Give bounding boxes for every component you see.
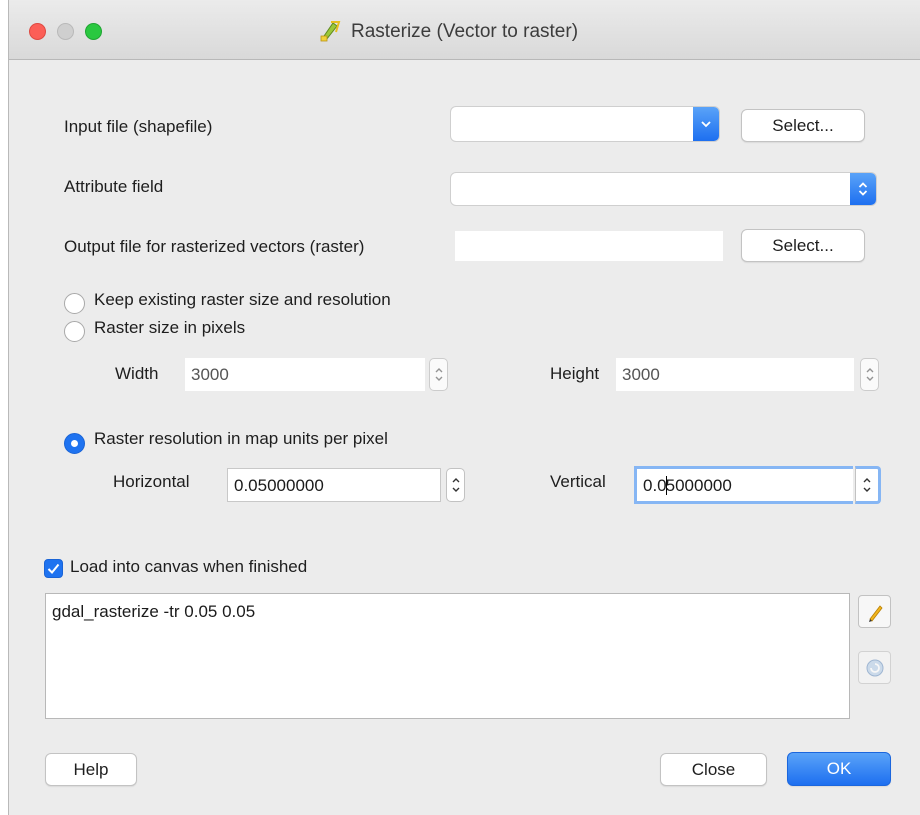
command-text-area[interactable]: gdal_rasterize -tr 0.05 0.05 — [45, 593, 850, 719]
width-input[interactable]: 3000 — [185, 358, 425, 391]
vertical-stepper[interactable] — [855, 466, 881, 504]
raster-resolution-label: Raster resolution in map units per pixel — [94, 429, 388, 448]
load-into-canvas-label: Load into canvas when finished — [70, 557, 308, 576]
vertical-label: Vertical — [550, 472, 606, 491]
horizontal-input[interactable]: 0.05000000 — [227, 468, 441, 502]
height-stepper[interactable] — [860, 358, 879, 391]
reset-command-button[interactable] — [858, 651, 891, 684]
edit-command-button[interactable] — [858, 595, 891, 628]
raster-size-radio[interactable] — [64, 321, 85, 342]
input-file-combo[interactable] — [451, 107, 719, 141]
chevron-down-icon — [701, 121, 711, 128]
close-button[interactable]: Close — [660, 753, 767, 786]
vertical-input[interactable]: 0.0 5000000 — [634, 466, 853, 504]
horizontal-label: Horizontal — [113, 472, 190, 491]
load-into-canvas-checkbox[interactable] — [44, 559, 63, 578]
output-file-input[interactable] — [455, 231, 723, 261]
vertical-value-part1: 0.0 — [643, 475, 667, 495]
input-file-dropdown-button[interactable] — [693, 107, 719, 141]
rasterize-dialog: Rasterize (Vector to raster) Input file … — [8, 0, 920, 815]
vertical-value-part2: 5000000 — [665, 475, 732, 495]
window-title: Rasterize (Vector to raster) — [351, 21, 579, 42]
width-stepper[interactable] — [429, 358, 448, 391]
checkmark-icon — [47, 563, 60, 574]
input-file-label: Input file (shapefile) — [64, 117, 213, 136]
stepper-arrows-icon — [863, 478, 871, 492]
keep-existing-radio[interactable] — [64, 293, 85, 314]
horizontal-stepper[interactable] — [446, 468, 465, 502]
chevron-updown-icon — [858, 182, 868, 196]
raster-resolution-radio[interactable] — [64, 433, 85, 454]
attribute-field-combo[interactable] — [451, 173, 876, 205]
attribute-field-dropdown-button[interactable] — [850, 173, 876, 205]
close-window-button[interactable] — [29, 23, 46, 40]
stepper-arrows-icon — [452, 478, 459, 492]
output-file-label: Output file for rasterized vectors (rast… — [64, 237, 365, 256]
raster-size-label: Raster size in pixels — [94, 318, 246, 337]
input-file-select-button[interactable]: Select... — [741, 109, 865, 142]
height-input[interactable]: 3000 — [616, 358, 854, 391]
help-button[interactable]: Help — [45, 753, 137, 786]
height-label: Height — [550, 364, 600, 383]
stepper-arrows-icon — [435, 368, 442, 381]
rasterize-icon — [319, 18, 343, 47]
keep-existing-label: Keep existing raster size and resolution — [94, 290, 391, 309]
attribute-field-value — [451, 173, 850, 205]
window-title-group: Rasterize (Vector to raster) — [319, 19, 578, 45]
zoom-window-button[interactable] — [85, 23, 102, 40]
output-file-select-button[interactable]: Select... — [741, 229, 865, 262]
minimize-window-button[interactable] — [57, 23, 74, 40]
pencil-icon — [868, 604, 883, 622]
width-label: Width — [115, 364, 159, 383]
ok-button[interactable]: OK — [787, 752, 891, 786]
stepper-arrows-icon — [866, 368, 873, 381]
title-bar[interactable]: Rasterize (Vector to raster) — [9, 0, 920, 60]
input-file-value — [451, 107, 693, 141]
attribute-field-label: Attribute field — [64, 177, 164, 196]
reset-icon — [866, 659, 883, 676]
